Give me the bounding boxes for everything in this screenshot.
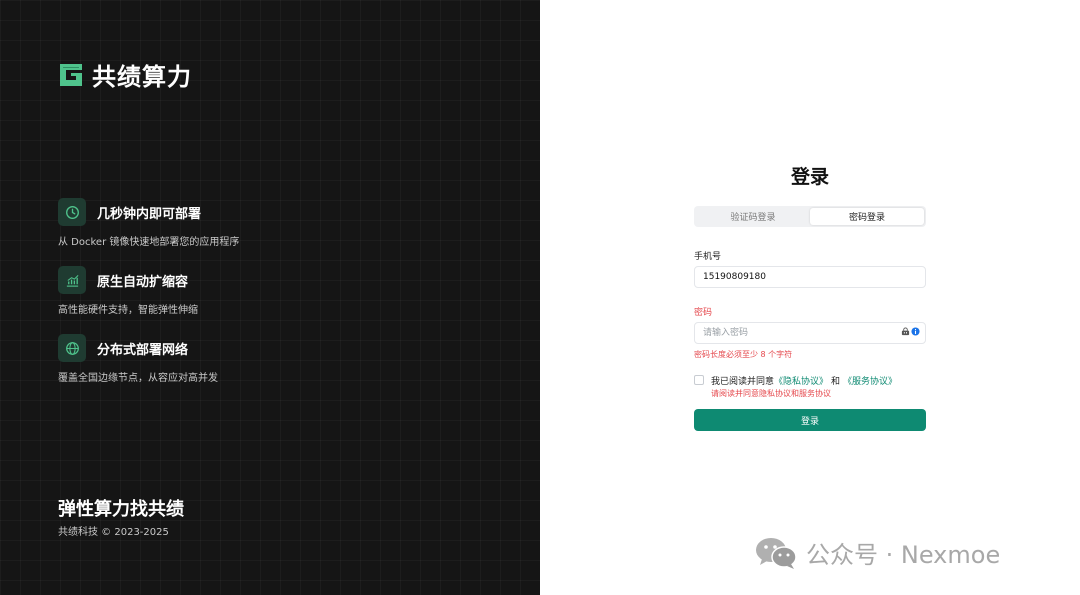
agreement-text: 我已阅读并同意《隐私协议》和《服务协议》 xyxy=(711,374,897,387)
feature-item: 原生自动扩缩容 高性能硬件支持，智能弹性伸缩 xyxy=(58,266,198,316)
feature-title: 几秒钟内即可部署 xyxy=(97,206,202,222)
wechat-icon xyxy=(756,537,797,569)
left-panel: 共绩算力 几秒钟内即可部署 从 Docker 镜像快速地部署您的应用程序 原生自… xyxy=(0,0,540,595)
feature-item: 分布式部署网络 覆盖全国边缘节点，从容应对高并发 xyxy=(58,334,218,384)
login-submit-button[interactable]: 登录 xyxy=(694,409,926,431)
feature-desc: 高性能硬件支持，智能弹性伸缩 xyxy=(58,305,198,316)
agreement-prefix: 我已阅读并同意 xyxy=(711,377,775,387)
tab-sms-code-login[interactable]: 验证码登录 xyxy=(696,208,810,225)
feature-title: 分布式部署网络 xyxy=(97,342,189,358)
agreement-error: 请阅读并同意隐私协议和服务协议 xyxy=(711,389,831,398)
tab-password-login[interactable]: 密码登录 xyxy=(810,208,924,225)
feature-item: 几秒钟内即可部署 从 Docker 镜像快速地部署您的应用程序 xyxy=(58,198,239,248)
slogan: 弹性算力找共绩 xyxy=(58,499,184,520)
brand: 共绩算力 xyxy=(58,57,192,92)
brand-logo-icon xyxy=(60,63,82,86)
info-icon[interactable] xyxy=(911,327,920,336)
agreement-and: 和 xyxy=(831,377,841,387)
password-field-icons xyxy=(901,327,920,336)
watermark: 公众号 · Nexmoe xyxy=(754,535,1000,570)
agreement-row: 我已阅读并同意《隐私协议》和《服务协议》 请阅读并同意隐私协议和服务协议 xyxy=(694,374,897,399)
login-title: 登录 xyxy=(790,166,829,188)
password-error: 密码长度必须至少 8 个字符 xyxy=(694,350,793,359)
feature-desc: 覆盖全国边缘节点，从容应对高并发 xyxy=(58,373,218,384)
privacy-policy-link[interactable]: 《隐私协议》 xyxy=(774,377,828,387)
agreement-checkbox[interactable] xyxy=(694,375,704,385)
feature-title: 原生自动扩缩容 xyxy=(97,274,189,290)
phone-label: 手机号 xyxy=(694,252,722,262)
login-tabs: 验证码登录 密码登录 xyxy=(694,206,926,227)
password-label: 密码 xyxy=(694,308,713,318)
feature-desc: 从 Docker 镜像快速地部署您的应用程序 xyxy=(58,237,240,248)
phone-input[interactable] xyxy=(694,266,926,288)
password-manager-icon[interactable] xyxy=(901,327,910,336)
copyright: 共绩科技 © 2023-2025 xyxy=(58,527,169,538)
login-panel: 登录 验证码登录 密码登录 手机号 密码 密码长度必须至少 8 个字符 我已阅读… xyxy=(540,0,1080,595)
globe-icon xyxy=(58,334,86,362)
brand-name: 共绩算力 xyxy=(92,63,192,91)
chart-icon xyxy=(58,266,86,294)
watermark-text: 公众号 · Nexmoe xyxy=(806,541,1001,569)
password-input[interactable] xyxy=(694,322,926,344)
service-agreement-link[interactable]: 《服务协议》 xyxy=(843,377,897,387)
clock-icon xyxy=(58,198,86,226)
